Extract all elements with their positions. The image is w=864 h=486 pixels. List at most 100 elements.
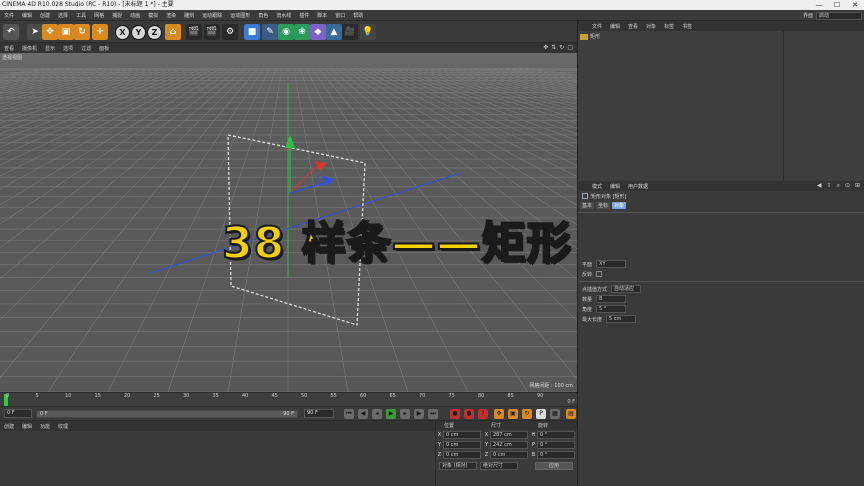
object-row-rectangle[interactable]: 矩形 xyxy=(580,33,600,40)
objmgr-menu-tags[interactable]: 标签 xyxy=(660,23,678,30)
range-slider[interactable]: 0 F 90 F xyxy=(36,410,298,418)
interpolation-dropdown[interactable]: 自动适应 xyxy=(611,285,642,293)
number-field[interactable]: 8 xyxy=(596,295,627,303)
coordinate-system-icon[interactable]: ⌂ xyxy=(165,24,181,40)
angle-field[interactable]: 5 ° xyxy=(596,305,627,313)
rotation-p-field[interactable]: 0 ° xyxy=(537,441,575,449)
menu-animate[interactable]: 动画 xyxy=(126,12,144,19)
position-x-field[interactable]: 0 cm xyxy=(443,431,481,439)
position-y-field[interactable]: 0 cm xyxy=(443,441,481,449)
keyframe-selection-icon[interactable]: ? xyxy=(478,409,488,419)
cube-icon[interactable]: ■ xyxy=(244,24,260,40)
render-picture-viewer-icon[interactable]: 🎬 xyxy=(204,24,220,40)
timeline-ruler[interactable]: 0 5 10 15 20 25 30 35 40 45 50 55 60 65 70 75 80 85 90 0 F xyxy=(0,392,577,406)
y-axis-lock-button[interactable]: Y xyxy=(131,25,146,40)
menu-render[interactable]: 渲染 xyxy=(162,12,180,19)
light-icon[interactable]: 💡 xyxy=(360,24,376,40)
key-point-level-icon[interactable]: ▦ xyxy=(550,409,560,419)
tab-coordinates[interactable]: 坐标 xyxy=(596,202,611,209)
material-menu-edit[interactable]: 编辑 xyxy=(18,423,36,430)
menu-select[interactable]: 选择 xyxy=(54,12,72,19)
attr-menu-userdata[interactable]: 用户数据 xyxy=(624,183,652,190)
size-x-field[interactable]: 287 cm xyxy=(490,431,528,439)
orbit-icon[interactable]: ↻ xyxy=(559,44,564,51)
rotation-h-field[interactable]: 0 ° xyxy=(537,431,575,439)
coord-mode-dropdown[interactable]: 对象 (相对) xyxy=(439,462,477,470)
deformer-icon[interactable]: ◆ xyxy=(310,24,326,40)
maximize-view-icon[interactable]: ▢ xyxy=(567,44,573,51)
go-to-start-icon[interactable]: ⏮ xyxy=(344,409,354,419)
menu-pipeline[interactable]: 流水线 xyxy=(272,12,295,19)
viewport-menu-view[interactable]: 查看 xyxy=(0,45,18,52)
reverse-checkbox[interactable] xyxy=(596,271,603,277)
menu-mograph[interactable]: 运动图形 xyxy=(226,12,254,19)
start-frame-field[interactable]: 0 F xyxy=(4,409,32,418)
objmgr-menu-file[interactable]: 文件 xyxy=(588,23,606,30)
lock-icon[interactable]: ⊙ xyxy=(845,182,850,190)
key-scale-icon[interactable]: ▣ xyxy=(508,409,518,419)
viewport-menu-filter[interactable]: 过滤 xyxy=(77,45,95,52)
viewport-menu-camera[interactable]: 摄像机 xyxy=(18,45,41,52)
prev-key-icon[interactable]: ◀ xyxy=(358,409,368,419)
search-icon[interactable]: ⌕ xyxy=(837,182,840,190)
size-z-field[interactable]: 0 cm xyxy=(490,451,528,459)
size-mode-dropdown[interactable]: 绝对尺寸 xyxy=(480,462,518,470)
menu-mesh[interactable]: 网格 xyxy=(90,12,108,19)
objmgr-menu-bookmarks[interactable]: 书签 xyxy=(678,23,696,30)
timeline-window-icon[interactable]: ▤ xyxy=(566,409,576,419)
max-length-field[interactable]: 5 cm xyxy=(606,315,637,323)
record-keyframe-icon[interactable]: ● xyxy=(450,409,460,419)
objmgr-menu-view[interactable]: 查看 xyxy=(624,23,642,30)
menu-simulate[interactable]: 模拟 xyxy=(144,12,162,19)
zoom-icon[interactable]: ⇅ xyxy=(551,44,556,51)
scale-icon[interactable]: ▣ xyxy=(58,24,74,40)
select-arrow-icon[interactable]: ➤ xyxy=(27,24,43,40)
pen-spline-icon[interactable]: ✎ xyxy=(262,24,278,40)
next-key-icon[interactable]: ▶ xyxy=(414,409,424,419)
attr-menu-mode[interactable]: 模式 xyxy=(588,183,606,190)
menu-plugins[interactable]: 插件 xyxy=(295,12,313,19)
objmgr-menu-edit[interactable]: 编辑 xyxy=(606,23,624,30)
minimize-button[interactable]: — xyxy=(810,0,828,10)
go-to-end-icon[interactable]: ⏭ xyxy=(428,409,438,419)
objmgr-menu-object[interactable]: 对象 xyxy=(642,23,660,30)
close-button[interactable]: ✕ xyxy=(846,0,864,10)
menu-motion-tracking[interactable]: 运动跟踪 xyxy=(198,12,226,19)
prev-frame-icon[interactable]: ◂ xyxy=(372,409,382,419)
z-axis-lock-button[interactable]: Z xyxy=(147,25,162,40)
attr-menu-edit[interactable]: 编辑 xyxy=(606,183,624,190)
menu-edit[interactable]: 编辑 xyxy=(18,12,36,19)
end-frame-field[interactable]: 90 F xyxy=(304,409,334,418)
object-manager-list[interactable]: 矩形 xyxy=(578,31,864,181)
back-arrow-icon[interactable]: ◀ xyxy=(817,182,822,190)
tab-basic[interactable]: 基本 xyxy=(580,202,595,209)
menu-file[interactable]: 文件 xyxy=(0,12,18,19)
recent-tool-icon[interactable]: ✛ xyxy=(92,24,108,40)
auto-key-icon[interactable]: ● xyxy=(464,409,474,419)
key-rotation-icon[interactable]: ↻ xyxy=(522,409,532,419)
maximize-button[interactable]: ☐ xyxy=(828,0,846,10)
key-parameter-icon[interactable]: P xyxy=(536,409,546,419)
menu-help[interactable]: 帮助 xyxy=(349,12,367,19)
viewport-menu-display[interactable]: 显示 xyxy=(41,45,59,52)
undo-icon[interactable]: ↶ xyxy=(3,24,19,40)
next-frame-icon[interactable]: ▸ xyxy=(400,409,410,419)
rotate-icon[interactable]: ↻ xyxy=(74,24,90,40)
key-position-icon[interactable]: ✥ xyxy=(494,409,504,419)
pan-icon[interactable]: ✥ xyxy=(543,44,548,51)
material-menu-create[interactable]: 创建 xyxy=(0,423,18,430)
render-settings-icon[interactable]: ⚙ xyxy=(222,24,238,40)
layout-dropdown[interactable]: 启动 xyxy=(816,11,862,20)
move-icon[interactable]: ✥ xyxy=(42,24,58,40)
viewport-menu-options[interactable]: 选项 xyxy=(59,45,77,52)
menu-snap[interactable]: 捕捉 xyxy=(108,12,126,19)
position-z-field[interactable]: 0 cm xyxy=(443,451,481,459)
material-menu-function[interactable]: 功能 xyxy=(36,423,54,430)
menu-create[interactable]: 创建 xyxy=(36,12,54,19)
rotation-b-field[interactable]: 0 ° xyxy=(537,451,575,459)
menu-script[interactable]: 脚本 xyxy=(313,12,331,19)
material-menu-texture[interactable]: 纹理 xyxy=(54,423,72,430)
environment-icon[interactable]: ▲ xyxy=(326,24,342,40)
plane-dropdown[interactable]: XY xyxy=(596,260,627,268)
generator-icon[interactable]: ❀ xyxy=(294,24,310,40)
